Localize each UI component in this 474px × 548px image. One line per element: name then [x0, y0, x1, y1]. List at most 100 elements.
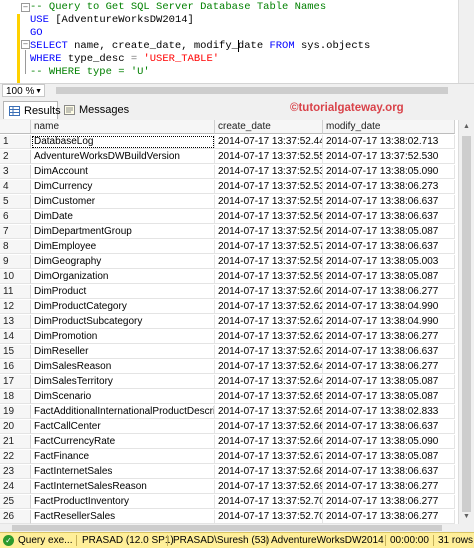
- cell-create-date[interactable]: 2014-07-17 13:37:52.680: [215, 465, 323, 479]
- cell-modify-date[interactable]: 2014-07-17 13:38:06.277: [323, 360, 455, 374]
- cell-modify-date[interactable]: 2014-07-17 13:38:05.087: [323, 390, 455, 404]
- table-row[interactable]: 19 FactAdditionalInternationalProductDesc…: [0, 405, 455, 419]
- row-number[interactable]: 21: [0, 435, 31, 449]
- cell-name[interactable]: DimGeography: [31, 255, 215, 269]
- table-row[interactable]: 7 DimDepartmentGroup 2014-07-17 13:37:52.5…: [0, 225, 455, 239]
- cell-create-date[interactable]: 2014-07-17 13:37:52.620: [215, 300, 323, 314]
- cell-create-date[interactable]: 2014-07-17 13:37:52.447: [215, 135, 323, 149]
- row-number[interactable]: 25: [0, 495, 31, 509]
- cell-modify-date[interactable]: 2014-07-17 13:38:06.277: [323, 285, 455, 299]
- row-number[interactable]: 16: [0, 360, 31, 374]
- cell-name[interactable]: DimProduct: [31, 285, 215, 299]
- cell-create-date[interactable]: 2014-07-17 13:37:52.567: [215, 225, 323, 239]
- code-line[interactable]: SELECT name, create_date, modify_date FR…: [30, 40, 370, 52]
- table-row[interactable]: 18 DimScenario 2014-07-17 13:37:52.650 2014…: [0, 390, 455, 404]
- row-number-header[interactable]: [0, 120, 31, 134]
- cell-create-date[interactable]: 2014-07-17 13:37:52.563: [215, 210, 323, 224]
- table-row[interactable]: 22 FactFinance 2014-07-17 13:37:52.673 2014…: [0, 450, 455, 464]
- cell-name[interactable]: DimReseller: [31, 345, 215, 359]
- table-row[interactable]: 9 DimGeography 2014-07-17 13:37:52.583 2014…: [0, 255, 455, 269]
- scroll-up-icon[interactable]: ▲: [459, 120, 474, 134]
- cell-name[interactable]: FactProductInventory: [31, 495, 215, 509]
- column-header-modify-date[interactable]: modify_date: [323, 120, 455, 134]
- cell-create-date[interactable]: 2014-07-17 13:37:52.667: [215, 435, 323, 449]
- cell-modify-date[interactable]: 2014-07-17 13:38:05.090: [323, 165, 455, 179]
- row-number[interactable]: 17: [0, 375, 31, 389]
- collapse-select-icon[interactable]: −: [21, 40, 30, 49]
- cell-name[interactable]: FactInternetSalesReason: [31, 480, 215, 494]
- row-number[interactable]: 19: [0, 405, 31, 419]
- table-row[interactable]: 25 FactProductInventory 2014-07-17 13:37:5…: [0, 495, 455, 509]
- cell-modify-date[interactable]: 2014-07-17 13:38:04.990: [323, 300, 455, 314]
- row-number[interactable]: 13: [0, 315, 31, 329]
- editor-horizontal-scrollbar[interactable]: [50, 86, 470, 95]
- cell-name[interactable]: DimOrganization: [31, 270, 215, 284]
- table-row[interactable]: 14 DimPromotion 2014-07-17 13:37:52.627 201…: [0, 330, 455, 344]
- column-header-create-date[interactable]: create_date: [215, 120, 323, 134]
- cell-create-date[interactable]: 2014-07-17 13:37:52.537: [215, 165, 323, 179]
- cell-name[interactable]: DatabaseLog: [31, 135, 215, 149]
- cell-name[interactable]: DimAccount: [31, 165, 215, 179]
- code-line[interactable]: -- Query to Get SQL Server Database Tabl…: [30, 1, 326, 13]
- cell-name[interactable]: DimCurrency: [31, 180, 215, 194]
- cell-name[interactable]: DimPromotion: [31, 330, 215, 344]
- cell-modify-date[interactable]: 2014-07-17 13:38:02.833: [323, 405, 455, 419]
- row-number[interactable]: 24: [0, 480, 31, 494]
- cell-modify-date[interactable]: 2014-07-17 13:38:06.637: [323, 210, 455, 224]
- cell-name[interactable]: FactInternetSales: [31, 465, 215, 479]
- cell-name[interactable]: AdventureWorksDWBuildVersion: [31, 150, 215, 164]
- table-row[interactable]: 3 DimAccount 2014-07-17 13:37:52.537 2014-0…: [0, 165, 455, 179]
- cell-name[interactable]: DimEmployee: [31, 240, 215, 254]
- cell-name[interactable]: DimSalesTerritory: [31, 375, 215, 389]
- cell-create-date[interactable]: 2014-07-17 13:37:52.663: [215, 420, 323, 434]
- table-row[interactable]: 23 FactInternetSales 2014-07-17 13:37:52.6…: [0, 465, 455, 479]
- cell-modify-date[interactable]: 2014-07-17 13:38:05.003: [323, 255, 455, 269]
- row-number[interactable]: 7: [0, 225, 31, 239]
- cell-modify-date[interactable]: 2014-07-17 13:38:06.637: [323, 195, 455, 209]
- row-number[interactable]: 6: [0, 210, 31, 224]
- cell-modify-date[interactable]: 2014-07-17 13:38:06.277: [323, 495, 455, 509]
- table-row[interactable]: 21 FactCurrencyRate 2014-07-17 13:37:52.66…: [0, 435, 455, 449]
- row-number[interactable]: 14: [0, 330, 31, 344]
- row-number[interactable]: 4: [0, 180, 31, 194]
- cell-name[interactable]: DimSalesReason: [31, 360, 215, 374]
- cell-modify-date[interactable]: 2014-07-17 13:38:05.087: [323, 450, 455, 464]
- cell-name[interactable]: FactFinance: [31, 450, 215, 464]
- editor-vertical-scrollbar[interactable]: [458, 0, 474, 83]
- cell-name[interactable]: FactResellerSales: [31, 510, 215, 524]
- cell-modify-date[interactable]: 2014-07-17 13:37:52.530: [323, 150, 455, 164]
- cell-create-date[interactable]: 2014-07-17 13:37:52.700: [215, 495, 323, 509]
- cell-modify-date[interactable]: 2014-07-17 13:38:05.087: [323, 225, 455, 239]
- cell-name[interactable]: FactAdditionalInternationalProductDescri…: [31, 405, 215, 419]
- row-number[interactable]: 3: [0, 165, 31, 179]
- query-editor[interactable]: − − -- Query to Get SQL Server Database …: [0, 0, 474, 83]
- table-row[interactable]: 20 FactCallCenter 2014-07-17 13:37:52.663 2…: [0, 420, 455, 434]
- row-number[interactable]: 18: [0, 390, 31, 404]
- table-row[interactable]: 11 DimProduct 2014-07-17 13:37:52.603 2014-…: [0, 285, 455, 299]
- table-row[interactable]: 10 DimOrganization 2014-07-17 13:37:52.590…: [0, 270, 455, 284]
- row-number[interactable]: 1: [0, 135, 31, 149]
- table-row[interactable]: 26 FactResellerSales 2014-07-17 13:37:52.7…: [0, 510, 455, 524]
- cell-create-date[interactable]: 2014-07-17 13:37:52.657: [215, 405, 323, 419]
- row-number[interactable]: 10: [0, 270, 31, 284]
- cell-create-date[interactable]: 2014-07-17 13:37:52.553: [215, 195, 323, 209]
- cell-modify-date[interactable]: 2014-07-17 13:38:06.277: [323, 480, 455, 494]
- cell-name[interactable]: DimDepartmentGroup: [31, 225, 215, 239]
- cell-create-date[interactable]: 2014-07-17 13:37:52.650: [215, 390, 323, 404]
- results-grid[interactable]: name create_date modify_date 1 DatabaseLo…: [0, 120, 474, 524]
- tab-messages[interactable]: Messages: [59, 101, 121, 119]
- row-number[interactable]: 11: [0, 285, 31, 299]
- cell-modify-date[interactable]: 2014-07-17 13:38:06.637: [323, 420, 455, 434]
- code-line[interactable]: -- WHERE type = 'U': [30, 66, 150, 78]
- cell-modify-date[interactable]: 2014-07-17 13:38:06.637: [323, 465, 455, 479]
- code-line[interactable]: GO: [30, 27, 43, 39]
- row-number[interactable]: 15: [0, 345, 31, 359]
- row-number[interactable]: 9: [0, 255, 31, 269]
- cell-create-date[interactable]: 2014-07-17 13:37:52.583: [215, 255, 323, 269]
- cell-name[interactable]: DimProductCategory: [31, 300, 215, 314]
- cell-name[interactable]: DimDate: [31, 210, 215, 224]
- row-number[interactable]: 8: [0, 240, 31, 254]
- table-row[interactable]: 16 DimSalesReason 2014-07-17 13:37:52.640 2…: [0, 360, 455, 374]
- row-number[interactable]: 2: [0, 150, 31, 164]
- cell-modify-date[interactable]: 2014-07-17 13:38:06.637: [323, 240, 455, 254]
